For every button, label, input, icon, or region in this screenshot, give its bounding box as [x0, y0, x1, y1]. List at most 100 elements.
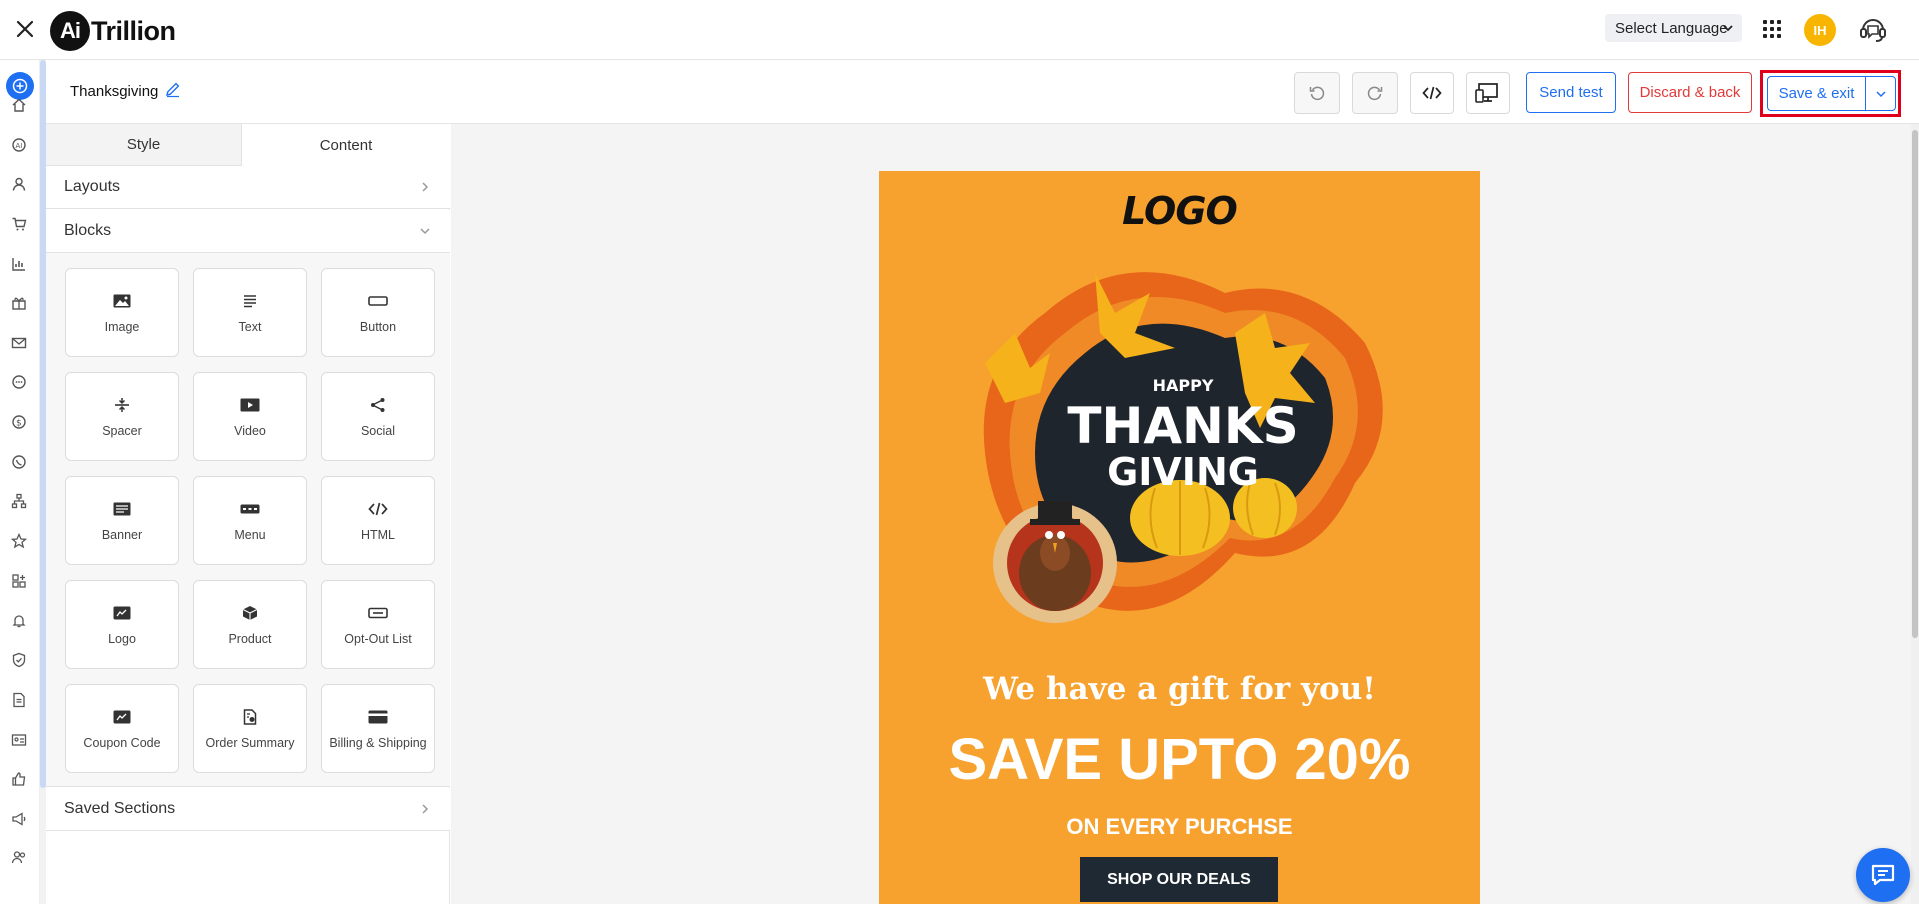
- save-exit-group: Save & exit: [1760, 70, 1901, 117]
- layouts-label: Layouts: [64, 178, 121, 195]
- gift-icon[interactable]: [8, 292, 30, 314]
- block-banner[interactable]: Banner: [65, 476, 179, 565]
- whatsapp-icon[interactable]: [8, 451, 30, 473]
- close-icon[interactable]: [12, 16, 38, 42]
- edit-pencil-icon[interactable]: [164, 80, 182, 98]
- block-video[interactable]: Video: [193, 372, 307, 461]
- product-icon: [240, 604, 260, 622]
- banner-icon: [112, 500, 132, 518]
- apps-grid-icon[interactable]: [1763, 20, 1781, 38]
- content-panel: Style Content Layouts Blocks Image Text …: [46, 124, 450, 904]
- svg-text:$: $: [16, 419, 22, 429]
- email-preview[interactable]: LOGO HAPPY THANKS GIVING We have a gift …: [879, 171, 1480, 904]
- bell-icon[interactable]: [8, 610, 30, 632]
- language-select[interactable]: Select Language: [1605, 14, 1742, 42]
- save-headline[interactable]: SAVE UPTO 20%: [879, 726, 1480, 793]
- coupon-icon: [112, 708, 132, 726]
- purchase-subline[interactable]: ON EVERY PURCHSE: [879, 814, 1480, 840]
- image-icon: [112, 292, 132, 310]
- code-view-button[interactable]: [1410, 72, 1454, 114]
- home-icon[interactable]: [8, 94, 30, 116]
- block-order-summary[interactable]: Order Summary: [193, 684, 307, 773]
- block-label: Image: [104, 319, 140, 334]
- blocks-section[interactable]: Blocks: [46, 210, 450, 253]
- block-label: Logo: [108, 631, 136, 646]
- chat-icon[interactable]: [8, 371, 30, 393]
- saved-sections-section[interactable]: Saved Sections: [46, 788, 450, 831]
- shield-icon[interactable]: [8, 649, 30, 671]
- logo-icon: [112, 604, 132, 622]
- ai-icon[interactable]: AI: [8, 134, 30, 156]
- block-label: Billing & Shipping: [329, 735, 427, 750]
- tab-style[interactable]: Style: [46, 124, 242, 166]
- blocks-label: Blocks: [64, 222, 112, 239]
- block-label: Menu: [234, 527, 266, 542]
- block-logo[interactable]: Logo: [65, 580, 179, 669]
- blocks-grid: Image Text Button Spacer Video Social Ba…: [46, 253, 450, 787]
- block-button[interactable]: Button: [321, 268, 435, 357]
- tab-content[interactable]: Content: [242, 124, 450, 166]
- block-social[interactable]: Social: [321, 372, 435, 461]
- block-billing-shipping[interactable]: Billing & Shipping: [321, 684, 435, 773]
- chevron-right-icon: [422, 804, 429, 814]
- block-label: Social: [360, 423, 396, 438]
- share-icon: [368, 396, 388, 414]
- megaphone-icon[interactable]: [8, 808, 30, 830]
- redo-button[interactable]: [1352, 72, 1398, 114]
- block-html[interactable]: HTML: [321, 476, 435, 565]
- email-logo[interactable]: LOGO: [879, 189, 1480, 233]
- avatar[interactable]: IH: [1804, 14, 1836, 46]
- star-icon[interactable]: [8, 530, 30, 552]
- block-coupon-code[interactable]: Coupon Code: [65, 684, 179, 773]
- hero-happy-text: HAPPY: [1153, 376, 1214, 395]
- device-preview-button[interactable]: [1466, 72, 1510, 114]
- users-icon[interactable]: [8, 846, 30, 868]
- hero-giving-text: GIVING: [1107, 450, 1259, 494]
- button-icon: [368, 292, 388, 310]
- top-bar: Ai Trillion Select Language IH: [0, 0, 1919, 60]
- chevron-down-icon: [1723, 25, 1733, 32]
- dollar-icon[interactable]: $: [8, 411, 30, 433]
- mail-icon[interactable]: [8, 332, 30, 354]
- undo-button[interactable]: [1294, 72, 1340, 114]
- layouts-section[interactable]: Layouts: [46, 166, 450, 209]
- thanksgiving-hero-image[interactable]: HAPPY THANKS GIVING: [975, 253, 1391, 639]
- support-headset-icon[interactable]: [1856, 12, 1890, 46]
- thumbs-up-icon[interactable]: [8, 768, 30, 790]
- chevron-right-icon: [422, 182, 429, 192]
- block-product[interactable]: Product: [193, 580, 307, 669]
- block-label: Product: [228, 631, 272, 646]
- saved-sections-label: Saved Sections: [64, 800, 176, 817]
- video-icon: [240, 396, 260, 414]
- block-image[interactable]: Image: [65, 268, 179, 357]
- integrations-icon[interactable]: [8, 570, 30, 592]
- chevron-down-icon: [1875, 90, 1886, 97]
- block-spacer[interactable]: Spacer: [65, 372, 179, 461]
- user-icon[interactable]: [8, 173, 30, 195]
- canvas-scrollbar[interactable]: [1911, 124, 1919, 904]
- block-label: HTML: [360, 527, 396, 542]
- send-test-button[interactable]: Send test: [1526, 72, 1616, 113]
- panel-tabs: Style Content: [46, 124, 450, 166]
- cart-icon[interactable]: [8, 213, 30, 235]
- block-label: Video: [234, 423, 266, 438]
- block-menu[interactable]: Menu: [193, 476, 307, 565]
- id-card-icon[interactable]: [8, 729, 30, 751]
- block-opt-out-list[interactable]: Opt-Out List: [321, 580, 435, 669]
- save-exit-button[interactable]: Save & exit: [1767, 76, 1865, 111]
- shop-deals-button[interactable]: SHOP OUR DEALS: [1080, 857, 1278, 902]
- block-text[interactable]: Text: [193, 268, 307, 357]
- analytics-icon[interactable]: [8, 253, 30, 275]
- order-summary-icon: [240, 708, 260, 726]
- code-icon: [1422, 86, 1442, 100]
- block-label: Order Summary: [205, 735, 295, 750]
- discard-back-button[interactable]: Discard & back: [1628, 72, 1752, 113]
- hierarchy-icon[interactable]: [8, 490, 30, 512]
- save-options-dropdown[interactable]: [1865, 76, 1896, 111]
- brand-logo[interactable]: Ai Trillion: [50, 11, 176, 51]
- brand-name: Trillion: [91, 15, 176, 46]
- chat-launcher-button[interactable]: [1856, 848, 1910, 902]
- gift-heading[interactable]: We have a gift for you!: [879, 671, 1480, 707]
- code-icon: [368, 500, 388, 518]
- document-icon[interactable]: [8, 689, 30, 711]
